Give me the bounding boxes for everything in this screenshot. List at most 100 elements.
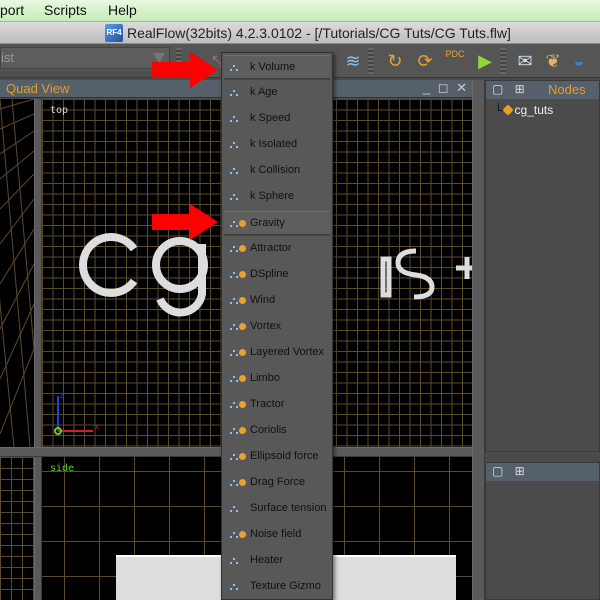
- ocean-icon[interactable]: ◒: [566, 48, 592, 74]
- letter-c: [79, 233, 138, 297]
- panel-splitter[interactable]: [472, 80, 485, 600]
- menu-item-gravity[interactable]: Gravity: [224, 211, 330, 235]
- menu-item-ellipsoid-force[interactable]: Ellipsoid force: [224, 445, 330, 469]
- wave-icon[interactable]: ≋: [340, 48, 366, 74]
- panel-layout-icons[interactable]: ▢ ⊞: [492, 464, 529, 478]
- particle-daemon-icon: [230, 532, 238, 538]
- tree-elbow-icon: └: [494, 103, 503, 117]
- body-daemon-icon: [239, 245, 246, 252]
- letter-g-bowl: [152, 237, 208, 293]
- menu-item-noise-field[interactable]: Noise field: [224, 523, 330, 547]
- menu-item-label: Wind: [250, 294, 276, 306]
- combo-strip: [0, 71, 170, 77]
- menu-item-label: Attractor: [250, 242, 292, 254]
- particle-daemon-icon: [230, 428, 238, 434]
- letter-s: [395, 248, 435, 300]
- menu-item-label: Tractor: [250, 398, 285, 410]
- menu-item-layered-vortex[interactable]: Layered Vortex: [224, 341, 330, 365]
- quad-view-title: Quad View: [6, 81, 70, 96]
- menu-item-surface-tension[interactable]: Surface tension: [224, 497, 330, 521]
- panel-layout-icons[interactable]: ▢ ⊞: [492, 82, 529, 96]
- body-daemon-icon: [239, 375, 246, 382]
- daemon-menu: k Volume k Age k Speed k Isolated k Collisio…: [221, 52, 333, 600]
- body-daemon-icon: [239, 427, 246, 434]
- viewport-front[interactable]: [0, 457, 34, 600]
- menu-item-k-speed[interactable]: k Speed: [224, 107, 330, 131]
- window-controls[interactable]: _ ◻ ✕: [423, 80, 469, 96]
- menu-import[interactable]: port: [0, 2, 24, 18]
- menu-item-label: k Speed: [250, 112, 291, 124]
- body-daemon-icon: [239, 479, 246, 486]
- menu-item-label: Heater: [250, 554, 284, 566]
- particle-daemon-icon: [230, 376, 238, 382]
- menu-item-label: k Sphere: [250, 190, 295, 202]
- message-run-icon[interactable]: ✉: [512, 48, 538, 74]
- menu-item-dspline[interactable]: DSpline: [224, 263, 330, 287]
- menu-item-label: Vortex: [250, 320, 282, 332]
- particle-daemon-icon: [230, 298, 238, 304]
- body-daemon-icon: [239, 323, 246, 330]
- grid: [0, 457, 34, 600]
- menu-item-label: k Isolated: [250, 138, 298, 150]
- particle-daemon-icon: [230, 272, 238, 278]
- menu-item-attractor[interactable]: Attractor: [224, 237, 330, 261]
- particle-daemon-icon: [230, 350, 238, 356]
- menubar: port Scripts Help: [0, 0, 600, 22]
- body-daemon-icon: [239, 297, 246, 304]
- menu-item-k-age[interactable]: k Age: [224, 81, 330, 105]
- node-icon: [501, 104, 514, 116]
- plus-sign: [456, 257, 472, 279]
- toolbar-separator: [368, 48, 374, 74]
- menu-item-k-volume[interactable]: k Volume: [224, 55, 330, 79]
- particle-daemon-icon: [230, 480, 238, 486]
- menu-item-texture-gizmo[interactable]: Texture Gizmo: [224, 575, 330, 599]
- axis-gizmo: x z: [54, 391, 99, 435]
- menu-item-heater[interactable]: Heater: [224, 549, 330, 573]
- window-title: RealFlow(32bits) 4.2.3.0102 - [/Tutorial…: [127, 25, 511, 41]
- particle-daemon-icon: [230, 90, 238, 96]
- body-daemon-icon: [239, 271, 246, 278]
- menu-item-drag-force[interactable]: Drag Force: [224, 471, 330, 495]
- secondary-panel: ▢ ⊞: [485, 462, 600, 600]
- menu-item-label: Coriolis: [250, 424, 287, 436]
- run-icon[interactable]: ▶: [472, 48, 498, 74]
- object-list-combo[interactable]: ist: [0, 47, 170, 69]
- particle-daemon-icon: [230, 65, 238, 71]
- node-label: cg_tuts: [514, 103, 554, 117]
- menu-item-label: k Volume: [250, 61, 296, 73]
- menu-item-tractor[interactable]: Tractor: [224, 393, 330, 417]
- viewport-splitter-vertical[interactable]: [34, 99, 42, 447]
- node-tree-item[interactable]: └ cg_tuts: [494, 103, 553, 117]
- menu-item-label: Drag Force: [250, 476, 306, 488]
- menu-item-vortex[interactable]: Vortex: [224, 315, 330, 339]
- letter-t: [380, 256, 392, 298]
- menu-item-label: k Age: [250, 86, 278, 98]
- particle-daemon-icon: [230, 506, 238, 512]
- menu-scripts[interactable]: Scripts: [44, 2, 87, 18]
- scroll-icon[interactable]: ❦: [540, 48, 566, 74]
- menu-item-label: k Collision: [250, 164, 301, 176]
- viewport-splitter-vertical[interactable]: [34, 457, 42, 600]
- menu-item-wind[interactable]: Wind: [224, 289, 330, 313]
- toolbar-separator: [500, 48, 506, 74]
- menu-item-k-collision[interactable]: k Collision: [224, 159, 330, 183]
- secondary-panel-header: ▢ ⊞: [486, 463, 599, 481]
- menu-item-coriolis[interactable]: Coriolis: [224, 419, 330, 443]
- nodes-panel-header: ▢ ⊞ Nodes: [486, 81, 599, 99]
- title-bar: RF4 RealFlow(32bits) 4.2.3.0102 - [/Tuto…: [0, 22, 600, 44]
- menu-item-limbo[interactable]: Limbo: [224, 367, 330, 391]
- menu-item-k-isolated[interactable]: k Isolated: [224, 133, 330, 157]
- viewport-perspective[interactable]: [0, 99, 34, 447]
- emitter-run-icon[interactable]: ↻: [382, 48, 408, 74]
- menu-item-k-sphere[interactable]: k Sphere: [224, 185, 330, 209]
- particle-daemon-icon: [230, 558, 238, 564]
- particle-daemon-icon: [230, 246, 238, 252]
- realflow-app-icon: RF4: [105, 24, 123, 42]
- viewport-label-side: side: [50, 463, 75, 474]
- menu-item-label: Noise field: [250, 528, 302, 540]
- annotation-arrow-gravity: [152, 204, 218, 240]
- menu-help[interactable]: Help: [108, 2, 137, 18]
- recycle-run-icon[interactable]: ⟳: [412, 48, 438, 74]
- pdc-icon[interactable]: PDC: [442, 48, 468, 74]
- menu-item-label: Layered Vortex: [250, 346, 324, 358]
